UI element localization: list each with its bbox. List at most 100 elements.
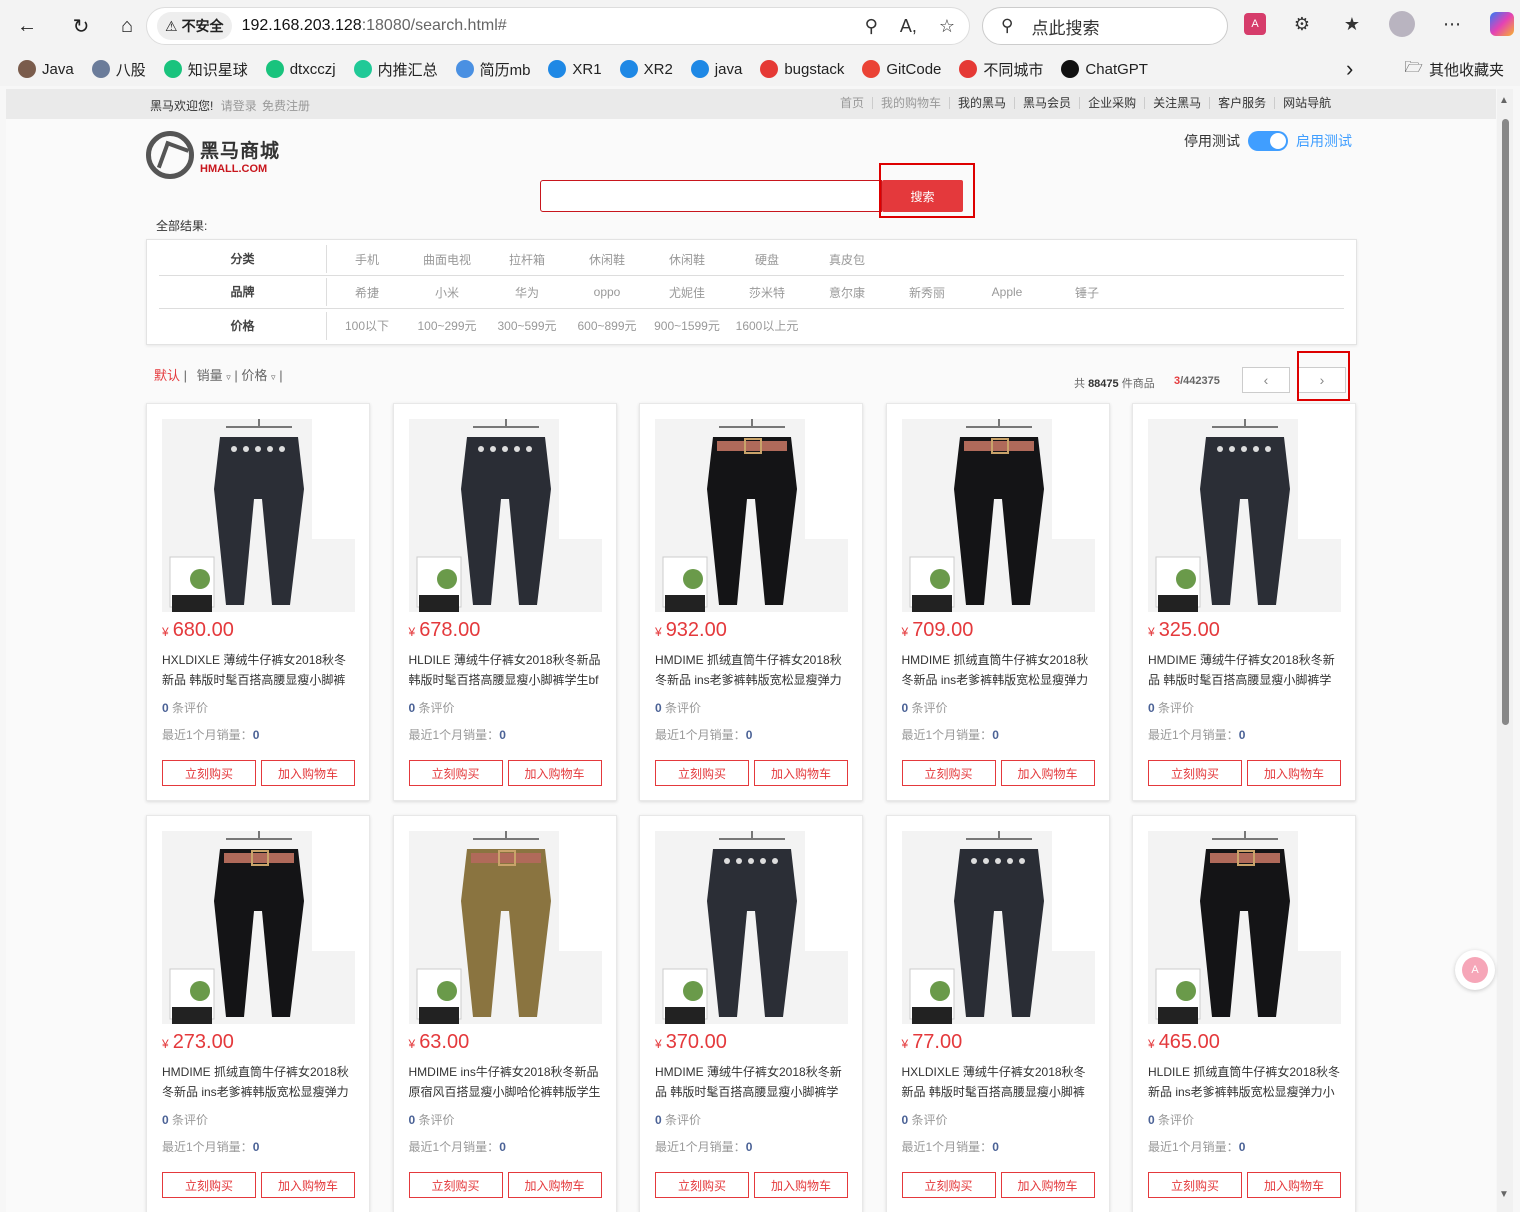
product-card[interactable]: ¥678.00 HLDILE 薄绒牛仔裤女2018秋冬新品 韩版时髦百搭高腰显瘦小… (392, 403, 617, 801)
product-card[interactable]: ¥370.00 HMDIME 薄绒牛仔裤女2018秋冬新品 韩版时髦百搭高腰显瘦小… (639, 815, 863, 1212)
buy-now-button[interactable]: 立刻购买 (408, 760, 503, 786)
filter-option[interactable]: 曲面电视 (407, 251, 487, 268)
product-title[interactable]: HLDILE 抓绒直筒牛仔裤女2018秋冬新品 ins老爹裤韩版宽松显瘦弹力小 (1148, 1062, 1343, 1102)
sort-default[interactable]: 默认 (154, 368, 180, 383)
shortcut-link[interactable]: 首页 (832, 97, 874, 109)
product-card[interactable]: ¥273.00 HMDIME 抓绒直筒牛仔裤女2018秋冬新品 ins老爹裤韩版宽… (146, 815, 370, 1212)
filter-option[interactable]: 100以下 (327, 317, 407, 334)
translate-icon[interactable]: A (1244, 13, 1266, 35)
add-to-cart-button[interactable]: 加入购物车 (1247, 1172, 1341, 1198)
shortcut-link[interactable]: 客户服务 (1210, 97, 1276, 109)
filter-option[interactable]: 休闲鞋 (647, 251, 727, 268)
scrollbar-thumb[interactable] (1502, 119, 1509, 725)
product-title[interactable]: HXLDIXLE 薄绒牛仔裤女2018秋冬新品 韩版时髦百搭高腰显瘦小脚裤学 (162, 650, 357, 690)
buy-now-button[interactable]: 立刻购买 (655, 760, 749, 786)
shortcut-link[interactable]: 我的黑马 (950, 97, 1016, 109)
product-card[interactable]: ¥77.00 HXLDIXLE 薄绒牛仔裤女2018秋冬新品 韩版时髦百搭高腰显瘦… (885, 815, 1110, 1212)
copilot-icon[interactable] (1488, 10, 1516, 38)
bookmark-item[interactable]: XR2 (619, 60, 673, 78)
filter-option[interactable]: 休闲鞋 (567, 251, 647, 268)
product-title[interactable]: HMDIME 抓绒直筒牛仔裤女2018秋冬新品 ins老爹裤韩版宽松显瘦弹力 (162, 1062, 357, 1102)
product-image[interactable] (901, 419, 1095, 612)
bookmark-item[interactable]: ChatGPT (1061, 60, 1148, 78)
bookmark-item[interactable]: 内推汇总 (353, 59, 438, 80)
add-to-cart-button[interactable]: 加入购物车 (754, 1172, 848, 1198)
test-switch[interactable] (1248, 131, 1288, 151)
product-image[interactable] (408, 831, 602, 1024)
buy-now-button[interactable]: 立刻购买 (162, 1172, 256, 1198)
product-image[interactable] (162, 831, 355, 1024)
bookmark-item[interactable]: GitCode (862, 60, 941, 78)
add-to-cart-button[interactable]: 加入购物车 (754, 760, 848, 786)
prev-page-button[interactable]: ‹ (1242, 367, 1290, 393)
product-image[interactable] (408, 419, 602, 612)
product-card[interactable]: ¥680.00 HXLDIXLE 薄绒牛仔裤女2018秋冬新品 韩版时髦百搭高腰显… (146, 403, 370, 801)
product-title[interactable]: HLDILE 薄绒牛仔裤女2018秋冬新品 韩版时髦百搭高腰显瘦小脚裤学生bf (409, 650, 604, 690)
bookmark-item[interactable]: 简历mb (455, 59, 530, 80)
bookmark-item[interactable]: Java (18, 60, 74, 78)
product-card[interactable]: ¥709.00 HMDIME 抓绒直筒牛仔裤女2018秋冬新品 ins老爹裤韩版宽… (885, 403, 1110, 801)
filter-option[interactable]: 手机 (327, 251, 407, 268)
product-image[interactable] (1148, 831, 1341, 1024)
product-title[interactable]: HMDIME 抓绒直筒牛仔裤女2018秋冬新品 ins老爹裤韩版宽松显瘦弹力 (655, 650, 850, 690)
shortcut-link[interactable]: 关注黑马 (1145, 97, 1211, 109)
other-bookmarks-folder[interactable]: 🗁 其他收藏夹 (1404, 57, 1504, 82)
product-card[interactable]: ¥325.00 HMDIME 薄绒牛仔裤女2018秋冬新品 韩版时髦百搭高腰显瘦小… (1132, 403, 1356, 801)
address-bar[interactable]: ⚠ 不安全 192.168.203.128:18080/search.html# … (146, 7, 970, 45)
buy-now-button[interactable]: 立刻购买 (901, 1172, 996, 1198)
buy-now-button[interactable]: 立刻购买 (162, 760, 256, 786)
bookmark-item[interactable]: 不同城市 (959, 59, 1043, 80)
floating-translate-button[interactable]: A (1455, 950, 1495, 990)
buy-now-button[interactable]: 立刻购买 (901, 760, 996, 786)
site-logo[interactable]: 黑马商城 HMALL.COM (146, 131, 280, 179)
filter-option[interactable]: 1600以上元 (727, 317, 807, 334)
shortcut-link[interactable]: 网站导航 (1275, 97, 1339, 109)
profile-avatar[interactable] (1388, 10, 1416, 38)
filter-option[interactable]: 锤子 (1047, 284, 1127, 301)
filter-option[interactable]: 小米 (407, 284, 487, 301)
back-icon[interactable]: ← (10, 9, 44, 43)
filter-option[interactable]: 希捷 (327, 284, 407, 301)
filter-option[interactable]: Apple (967, 285, 1047, 299)
product-card[interactable]: ¥465.00 HLDILE 抓绒直筒牛仔裤女2018秋冬新品 ins老爹裤韩版宽… (1132, 815, 1356, 1212)
bookmark-item[interactable]: 八股 (91, 59, 146, 80)
favorite-star-icon[interactable]: ☆ (939, 16, 955, 37)
product-image[interactable] (655, 419, 848, 612)
shortcut-link[interactable]: 黑马会员 (1015, 97, 1081, 109)
add-to-cart-button[interactable]: 加入购物车 (1000, 760, 1095, 786)
filter-option[interactable]: 莎米特 (727, 284, 807, 301)
search-input[interactable] (540, 180, 882, 212)
buy-now-button[interactable]: 立刻购买 (655, 1172, 749, 1198)
filter-option[interactable]: 600~899元 (567, 317, 647, 334)
shortcut-link[interactable]: 企业采购 (1080, 97, 1146, 109)
product-image[interactable] (1148, 419, 1341, 612)
product-title[interactable]: HMDIME 薄绒牛仔裤女2018秋冬新品 韩版时髦百搭高腰显瘦小脚裤学 (655, 1062, 850, 1102)
home-icon[interactable]: ⌂ (110, 9, 144, 43)
add-to-cart-button[interactable]: 加入购物车 (507, 1172, 602, 1198)
security-indicator[interactable]: ⚠ 不安全 (157, 12, 232, 40)
product-title[interactable]: HMDIME ins牛仔裤女2018秋冬新品 原宿风百搭显瘦小脚哈伦裤韩版学生 (409, 1062, 604, 1102)
filter-option[interactable]: 拉杆箱 (487, 251, 567, 268)
filter-option[interactable]: 新秀丽 (887, 284, 967, 301)
reload-icon[interactable]: ↻ (64, 9, 98, 43)
page-scrollbar[interactable]: ▲ ▼ (1497, 89, 1513, 1212)
shortcut-link[interactable]: 我的购物车 (873, 97, 951, 109)
filter-option[interactable]: 300~599元 (487, 317, 567, 334)
bookmark-item[interactable]: XR1 (548, 60, 602, 78)
login-link[interactable]: 请登录 (221, 99, 257, 113)
product-image[interactable] (655, 831, 848, 1024)
scroll-down-icon[interactable]: ▼ (1499, 1189, 1509, 1200)
filter-option[interactable]: 华为 (487, 284, 567, 301)
sort-sales[interactable]: 销量 ▿ (197, 368, 231, 383)
product-title[interactable]: HMDIME 薄绒牛仔裤女2018秋冬新品 韩版时髦百搭高腰显瘦小脚裤学 (1148, 650, 1343, 690)
favorites-icon[interactable]: ★ (1338, 10, 1366, 38)
filter-option[interactable]: 意尔康 (807, 284, 887, 301)
bookmarks-overflow-icon[interactable]: › (1346, 56, 1353, 82)
filter-option[interactable]: 硬盘 (727, 251, 807, 268)
add-to-cart-button[interactable]: 加入购物车 (261, 760, 355, 786)
product-image[interactable] (162, 419, 355, 612)
filter-option[interactable]: 尤妮佳 (647, 284, 727, 301)
sort-price[interactable]: 价格 ▿ (241, 368, 275, 383)
bookmark-item[interactable]: 知识星球 (163, 59, 248, 80)
buy-now-button[interactable]: 立刻购买 (408, 1172, 503, 1198)
